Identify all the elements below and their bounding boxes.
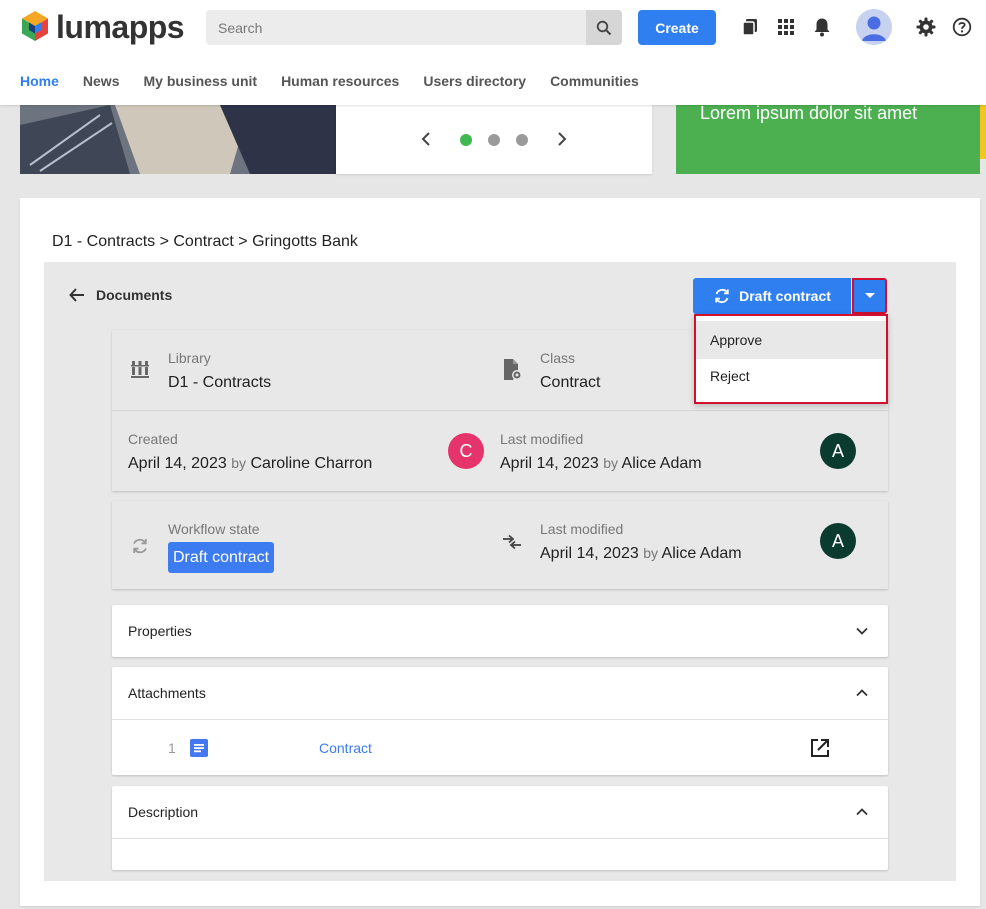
nav-users-directory[interactable]: Users directory: [423, 72, 526, 90]
user-avatar[interactable]: [856, 9, 892, 45]
search-icon: [596, 20, 612, 35]
nav-human-resources[interactable]: Human resources: [281, 72, 399, 90]
library-value: D1 - Contracts: [168, 374, 272, 391]
library-icon: [128, 358, 152, 382]
carousel-controls: [336, 105, 652, 174]
document-settings-icon: [500, 358, 524, 382]
description-divider: [112, 838, 888, 839]
document-file-icon: [190, 739, 208, 757]
transfer-arrows-icon: [500, 530, 524, 554]
banner-headline: Lorem ipsum dolor sit amet: [700, 103, 918, 123]
workflow-actions-menu: Approve Reject: [694, 314, 888, 404]
yellow-banner-edge: [980, 105, 986, 159]
breadcrumb: D1 - Contracts > Contract > Gringotts Ba…: [52, 233, 358, 250]
logo-wordmark: lumapps: [56, 9, 185, 45]
menu-item-approve[interactable]: Approve: [696, 321, 886, 359]
last-modified-label: Last modified: [500, 431, 584, 447]
bookmarks-icon[interactable]: [738, 15, 762, 39]
workflow-button-label: Draft contract: [739, 288, 831, 304]
workflow-sync-icon: [128, 534, 152, 558]
last-modified-by-word: by: [603, 455, 618, 471]
chevron-left-icon: [421, 132, 430, 146]
menu-item-reject[interactable]: Reject: [696, 357, 886, 395]
created-value: April 14, 2023 by Caroline Charron: [128, 455, 372, 473]
description-section: Description: [112, 786, 888, 870]
top-header: lumapps Create: [0, 0, 986, 105]
open-external-icon[interactable]: [808, 736, 832, 760]
workflow-last-modified-value: April 14, 2023 by Alice Adam: [540, 545, 742, 563]
carousel-dot-3[interactable]: [516, 134, 528, 146]
workflow-state-label: Workflow state: [168, 521, 260, 537]
attachments-divider: [112, 719, 888, 720]
help-icon[interactable]: [950, 15, 974, 39]
created-by-name: Caroline Charron: [250, 455, 373, 472]
modifier-avatar[interactable]: A: [820, 433, 856, 469]
last-modified-date: April 14, 2023: [500, 455, 599, 472]
search-input[interactable]: [206, 10, 586, 45]
user-silhouette-icon: [856, 9, 892, 45]
banner-image: [20, 105, 336, 174]
back-label: Documents: [96, 287, 173, 303]
search-bar: [206, 10, 622, 45]
description-title[interactable]: Description: [128, 786, 198, 838]
nav-news[interactable]: News: [83, 72, 120, 90]
carousel-dot-1[interactable]: [460, 134, 472, 146]
arrow-left-icon: [69, 288, 84, 302]
attachments-title[interactable]: Attachments: [128, 667, 206, 719]
chevron-up-icon[interactable]: [854, 685, 870, 701]
created-label: Created: [128, 431, 178, 447]
carousel-next-button[interactable]: [556, 131, 568, 152]
last-modified-value: April 14, 2023 by Alice Adam: [500, 455, 702, 473]
workflow-modified-by-word: by: [643, 545, 658, 561]
green-banner[interactable]: Lorem ipsum dolor sit amet: [676, 103, 980, 174]
sync-icon: [715, 288, 729, 304]
caret-down-icon: [864, 293, 875, 298]
workflow-state-button[interactable]: Draft contract: [693, 278, 851, 314]
workflow-modifier-avatar[interactable]: A: [820, 523, 856, 559]
carousel-dot-2[interactable]: [488, 134, 500, 146]
class-label: Class: [540, 350, 576, 366]
nav-home[interactable]: Home: [20, 72, 59, 90]
workflow-modified-by-name: Alice Adam: [661, 545, 742, 562]
metadata-divider: [112, 410, 888, 411]
last-modified-by-name: Alice Adam: [621, 455, 702, 472]
workflow-last-modified-label: Last modified: [540, 521, 624, 537]
chevron-up-icon[interactable]: [854, 804, 870, 820]
nav-communities[interactable]: Communities: [550, 72, 639, 90]
properties-title: Properties: [128, 623, 192, 639]
attachment-link[interactable]: Contract: [319, 740, 372, 756]
notifications-bell-icon[interactable]: [810, 15, 834, 39]
library-label: Library: [168, 350, 211, 366]
chevron-down-icon[interactable]: [854, 623, 870, 639]
main-navigation: Home News My business unit Human resourc…: [20, 72, 663, 90]
properties-section[interactable]: Properties: [112, 605, 888, 657]
back-to-documents[interactable]: Documents: [68, 286, 172, 304]
carousel-prev-button[interactable]: [420, 131, 432, 152]
lumapps-logo[interactable]: lumapps: [20, 9, 185, 45]
attachment-index: 1: [168, 740, 176, 756]
created-by-word: by: [231, 455, 246, 471]
workflow-modified-date: April 14, 2023: [540, 545, 639, 562]
settings-gear-icon[interactable]: [914, 15, 938, 39]
workflow-dropdown-toggle[interactable]: [852, 278, 887, 314]
chevron-right-icon: [558, 132, 567, 146]
apps-grid-icon[interactable]: [774, 15, 798, 39]
workflow-state-badge: Draft contract: [168, 542, 275, 573]
nav-my-business-unit[interactable]: My business unit: [143, 72, 257, 90]
lumapps-logo-icon: [22, 11, 48, 41]
creator-avatar[interactable]: C: [448, 433, 484, 469]
search-button[interactable]: [586, 10, 622, 45]
created-date: April 14, 2023: [128, 455, 227, 472]
create-button[interactable]: Create: [638, 10, 716, 45]
attachments-section: Attachments: [112, 667, 888, 775]
class-value: Contract: [540, 374, 601, 391]
